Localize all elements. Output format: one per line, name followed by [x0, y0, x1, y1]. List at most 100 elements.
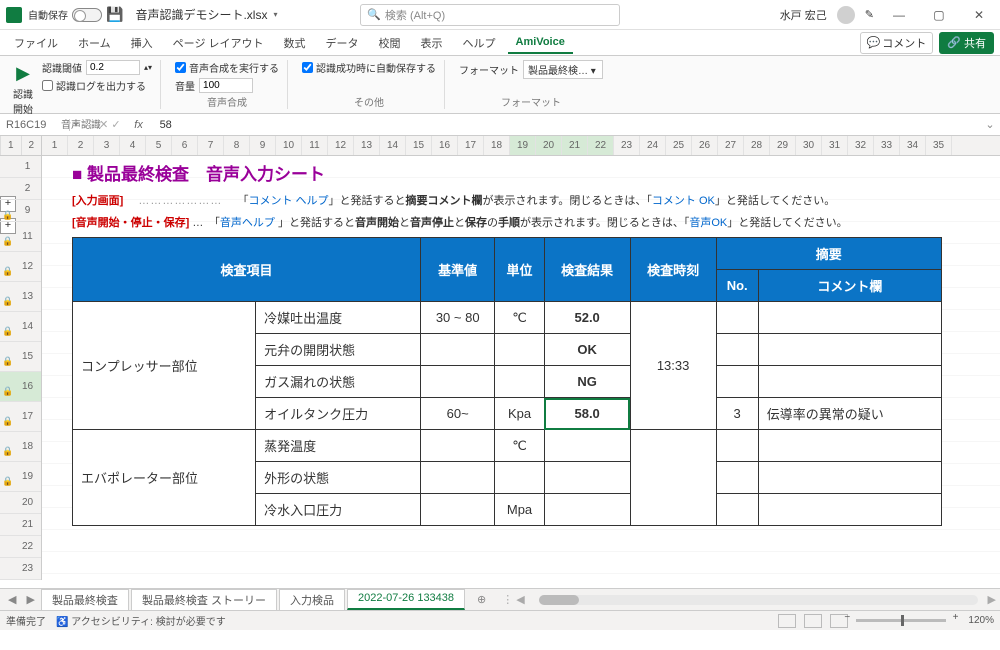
cell-item[interactable]: オイルタンク圧力 — [256, 398, 421, 430]
ribbon-tab-1[interactable]: ホーム — [70, 31, 119, 55]
cell-result[interactable] — [544, 430, 630, 462]
dropdown-icon[interactable]: ▾ — [70, 120, 82, 129]
cell-no[interactable] — [716, 494, 758, 526]
column-header[interactable]: 6 — [172, 136, 198, 155]
column-header[interactable]: 28 — [744, 136, 770, 155]
table-row[interactable]: コンプレッサー部位冷媒吐出温度30 ~ 80℃52.013:33 — [73, 302, 942, 334]
column-header[interactable]: 23 — [614, 136, 640, 155]
save-icon[interactable]: 💾 — [106, 6, 123, 23]
name-box[interactable]: R16C19 — [0, 119, 70, 131]
column-header[interactable]: 16 — [432, 136, 458, 155]
cell-item[interactable]: 元弁の開閉状態 — [256, 334, 421, 366]
cell-item[interactable]: 冷媒吐出温度 — [256, 302, 421, 334]
cell-unit[interactable] — [495, 366, 544, 398]
column-header[interactable]: 24 — [640, 136, 666, 155]
cell-item[interactable]: 外形の状態 — [256, 462, 421, 494]
row-header[interactable]: 🔒18 — [0, 432, 41, 462]
cell-no[interactable] — [716, 462, 758, 494]
column-header[interactable]: 35 — [926, 136, 952, 155]
cell-item[interactable]: 冷水入口圧力 — [256, 494, 421, 526]
format-combo[interactable]: 製品最終検… ▾ — [523, 60, 603, 79]
cell-result[interactable]: 58.0 — [544, 398, 630, 430]
cell-std[interactable]: 30 ~ 80 — [421, 302, 495, 334]
cell-item[interactable]: ガス漏れの状態 — [256, 366, 421, 398]
cell-std[interactable] — [421, 334, 495, 366]
column-header[interactable]: 17 — [458, 136, 484, 155]
column-header[interactable]: 9 — [250, 136, 276, 155]
column-header[interactable]: 27 — [718, 136, 744, 155]
cell-no[interactable]: 3 — [716, 398, 758, 430]
column-header[interactable]: 2 — [68, 136, 94, 155]
ribbon-tab-6[interactable]: 校閲 — [371, 31, 409, 55]
cell-unit[interactable] — [495, 462, 544, 494]
sheet-tab[interactable]: 製品最終検査 — [41, 589, 129, 610]
play-icon[interactable]: ▶ — [10, 60, 36, 86]
cell-result[interactable] — [544, 494, 630, 526]
avatar[interactable] — [837, 6, 855, 24]
column-header[interactable]: 1 — [42, 136, 68, 155]
row-header[interactable]: 🔒15 — [0, 342, 41, 372]
cell-result[interactable]: OK — [544, 334, 630, 366]
column-header[interactable]: 3 — [94, 136, 120, 155]
ribbon-tab-9[interactable]: AmiVoice — [508, 32, 573, 54]
maximize-button[interactable]: ▢ — [924, 8, 954, 22]
tab-nav-prev[interactable]: ◀ — [4, 593, 20, 606]
row-header[interactable]: 🔒12 — [0, 252, 41, 282]
row-header[interactable]: 2 — [0, 178, 41, 200]
ribbon-tab-5[interactable]: データ — [318, 31, 367, 55]
cell-std[interactable]: 60~ — [421, 398, 495, 430]
cell-group[interactable]: エバポレーター部位 — [73, 430, 256, 526]
fx-icon[interactable]: fx — [124, 119, 154, 131]
column-header[interactable]: 30 — [796, 136, 822, 155]
cell-result[interactable]: 52.0 — [544, 302, 630, 334]
column-header[interactable]: 8 — [224, 136, 250, 155]
column-header[interactable]: 21 — [562, 136, 588, 155]
column-header[interactable]: 25 — [666, 136, 692, 155]
row-header[interactable]: 🔒14 — [0, 312, 41, 342]
row-header[interactable]: 22 — [0, 536, 41, 558]
zoom-slider[interactable] — [856, 619, 946, 622]
ribbon-tab-3[interactable]: ページ レイアウト — [165, 31, 272, 55]
volume-input[interactable] — [199, 78, 253, 93]
ribbon-tab-2[interactable]: 挿入 — [123, 31, 161, 55]
grid-canvas[interactable]: 1234567891011121314151617181920212223242… — [42, 136, 1000, 588]
row-header[interactable]: 21 — [0, 514, 41, 536]
add-sheet-button[interactable]: ⊕ — [467, 591, 496, 608]
column-header[interactable]: 15 — [406, 136, 432, 155]
cell-result[interactable]: NG — [544, 366, 630, 398]
column-header[interactable]: 5 — [146, 136, 172, 155]
column-header[interactable]: 34 — [900, 136, 926, 155]
cell-unit[interactable]: Kpa — [495, 398, 544, 430]
user-name[interactable]: 水戸 宏己 — [780, 7, 827, 23]
cell-comment[interactable] — [758, 430, 941, 462]
cell-result[interactable] — [544, 462, 630, 494]
share-button[interactable]: 🔗 共有 — [939, 32, 994, 54]
select-all-corner[interactable]: 1 2 — [0, 136, 42, 156]
synthesis-run-checkbox[interactable]: 音声合成を実行する — [175, 60, 279, 75]
col-group-1[interactable]: 1 — [0, 136, 21, 155]
ribbon-tab-0[interactable]: ファイル — [6, 31, 66, 55]
ribbon-tab-4[interactable]: 数式 — [276, 31, 314, 55]
column-header[interactable]: 7 — [198, 136, 224, 155]
column-header[interactable]: 29 — [770, 136, 796, 155]
row-header[interactable]: 1 — [0, 156, 41, 178]
row-header[interactable]: 20 — [0, 492, 41, 514]
sheet-tab[interactable]: 製品最終検査 ストーリー — [131, 589, 277, 610]
sheet-tab[interactable]: 入力検品 — [279, 589, 345, 610]
cell-no[interactable] — [716, 334, 758, 366]
row-header[interactable]: 🔒9 — [0, 200, 41, 222]
column-header[interactable]: 14 — [380, 136, 406, 155]
pen-icon[interactable]: ✎ — [865, 8, 874, 21]
column-header[interactable]: 20 — [536, 136, 562, 155]
horizontal-scrollbar[interactable] — [539, 595, 978, 605]
cell-unit[interactable]: ℃ — [495, 302, 544, 334]
cell-time[interactable] — [630, 430, 716, 526]
threshold-input[interactable] — [86, 60, 140, 75]
row-header[interactable]: 🔒13 — [0, 282, 41, 312]
minimize-button[interactable]: — — [884, 8, 914, 22]
comment-button[interactable]: 💬 コメント — [860, 32, 934, 54]
column-header[interactable]: 12 — [328, 136, 354, 155]
cell-unit[interactable]: Mpa — [495, 494, 544, 526]
search-box[interactable]: 🔍 検索 (Alt+Q) — [360, 4, 620, 26]
ribbon-tab-7[interactable]: 表示 — [413, 31, 451, 55]
